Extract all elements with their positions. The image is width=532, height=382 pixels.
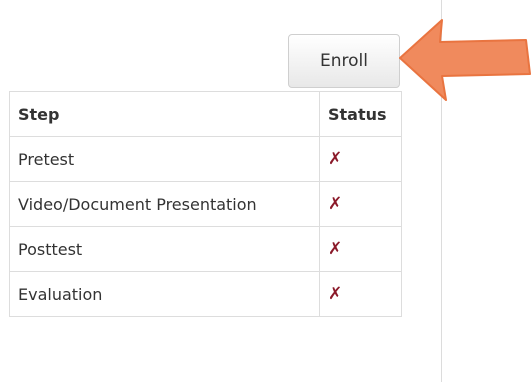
table-row: Pretest ✗ <box>9 136 402 182</box>
column-header-step: Step <box>9 91 320 137</box>
step-name: Evaluation <box>9 271 320 317</box>
table-row: Evaluation ✗ <box>9 271 402 317</box>
status-cell: ✗ <box>319 226 402 272</box>
status-cell: ✗ <box>319 181 402 227</box>
status-cell: ✗ <box>319 136 402 182</box>
status-cell: ✗ <box>319 271 402 317</box>
red-x-icon: ✗ <box>328 239 343 259</box>
red-x-icon: ✗ <box>328 149 343 169</box>
step-name: Posttest <box>9 226 320 272</box>
step-name: Video/Document Presentation <box>9 181 320 227</box>
table-row: Video/Document Presentation ✗ <box>9 181 402 227</box>
red-x-icon: ✗ <box>328 194 343 214</box>
column-header-status: Status <box>319 91 402 137</box>
steps-table: Step Status Pretest ✗ Video/Document Pre… <box>9 91 402 317</box>
enroll-button[interactable]: Enroll <box>288 34 400 88</box>
table-row: Posttest ✗ <box>9 226 402 272</box>
table-header-row: Step Status <box>9 91 402 137</box>
arrow-pointing-left-icon <box>399 19 531 101</box>
step-name: Pretest <box>9 136 320 182</box>
red-x-icon: ✗ <box>328 284 343 304</box>
